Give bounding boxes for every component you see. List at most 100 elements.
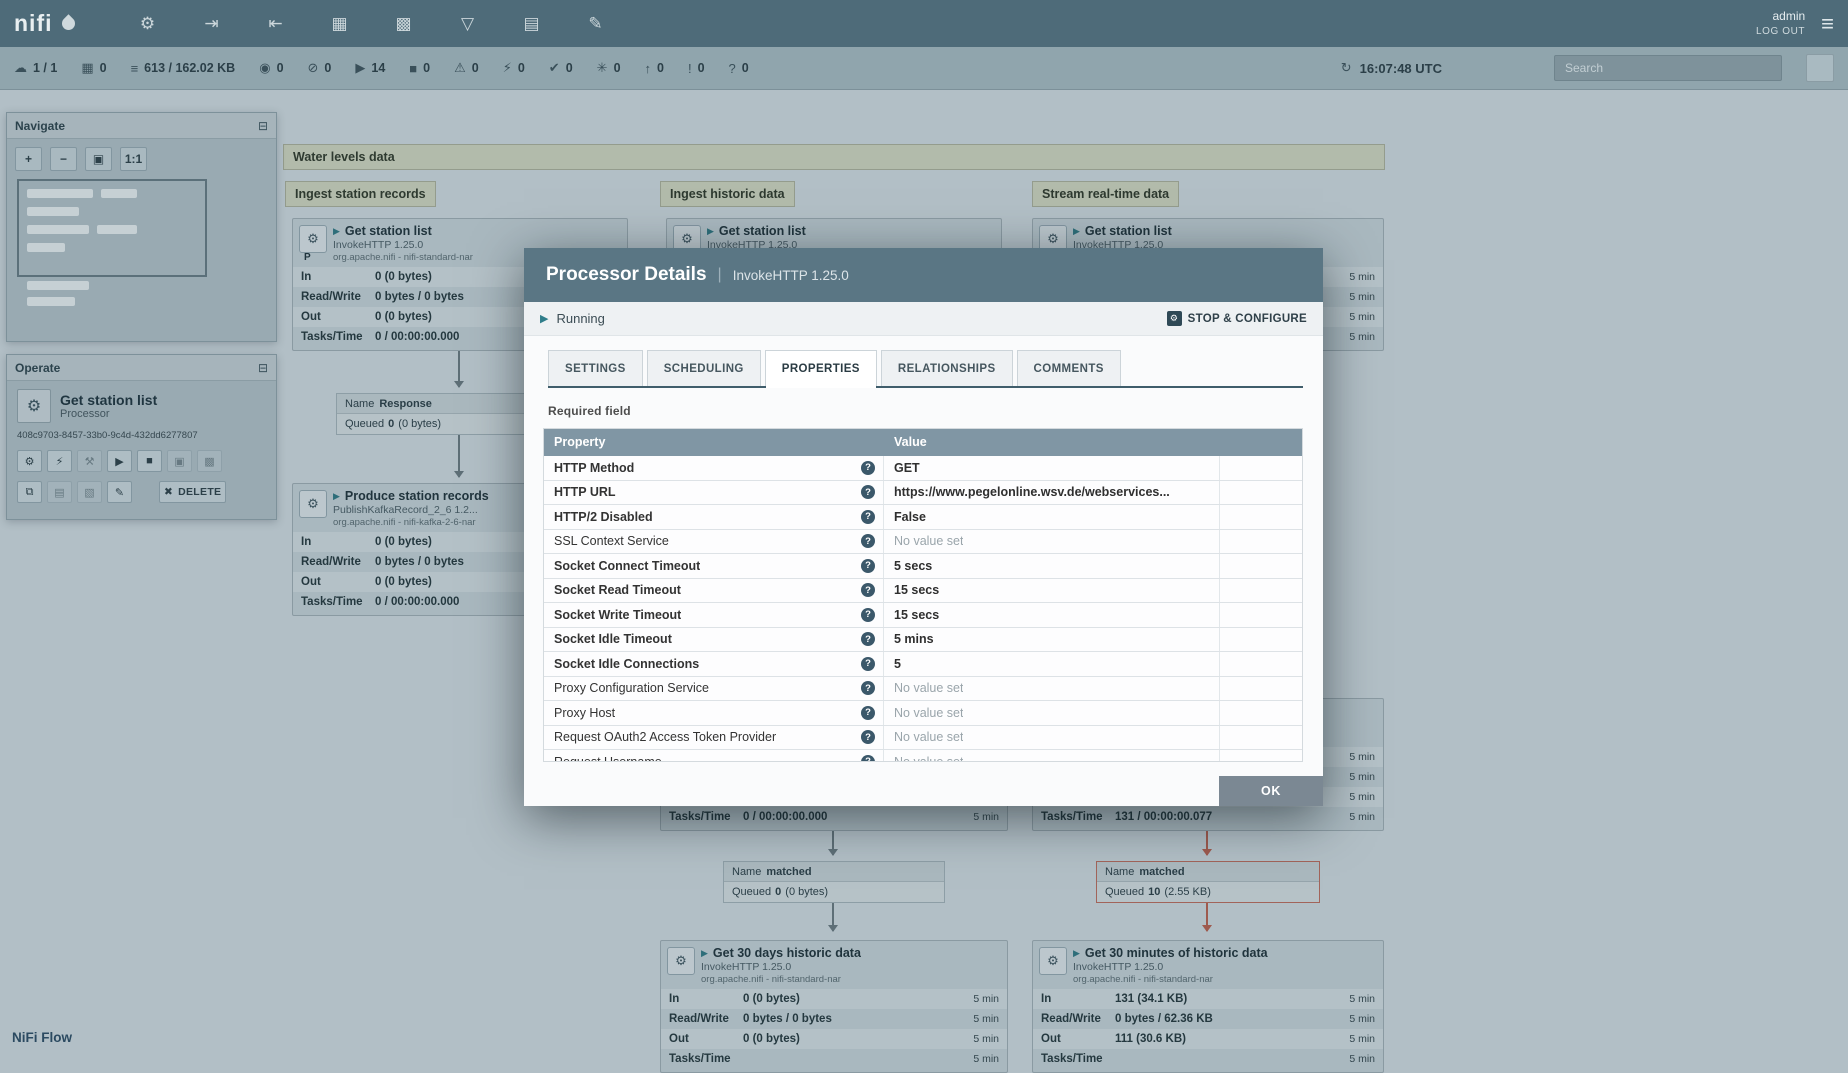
stat-period: 5 min — [1349, 751, 1375, 763]
running-status-icon: ▶ — [1073, 947, 1080, 958]
help-icon[interactable]: ? — [861, 705, 875, 720]
user-block: admin LOG OUT — [1756, 9, 1805, 38]
search-input[interactable] — [1554, 55, 1782, 81]
paste-button[interactable]: ▤ — [47, 481, 72, 503]
zoom-out-button[interactable]: − — [50, 147, 77, 171]
property-row[interactable]: Socket Read Timeout ? 15 secs — [544, 578, 1302, 603]
tab-comments[interactable]: COMMENTS — [1016, 350, 1121, 386]
process-group-tool[interactable]: ▦ — [325, 10, 355, 38]
remote-process-group-tool[interactable]: ▩ — [389, 10, 419, 38]
property-row[interactable]: Socket Idle Timeout ? 5 mins — [544, 627, 1302, 652]
input-port-tool[interactable]: ⇥ — [197, 10, 227, 38]
logout-link[interactable]: LOG OUT — [1756, 25, 1805, 38]
tab-relationships[interactable]: RELATIONSHIPS — [880, 350, 1013, 386]
help-icon[interactable]: ? — [861, 754, 875, 761]
configure-button[interactable]: ⚙ — [17, 450, 42, 472]
nav-button-glyph: 1:1 — [124, 152, 143, 166]
help-icon[interactable]: ? — [861, 632, 875, 647]
delete-button[interactable]: ✖ DELETE — [159, 481, 227, 503]
minimap-bar — [27, 225, 89, 234]
help-icon[interactable]: ? — [861, 656, 875, 671]
global-menu-button[interactable]: ≡ — [1821, 12, 1834, 35]
stop-button[interactable]: ■ — [137, 450, 162, 472]
stat-period: 5 min — [1349, 1053, 1375, 1065]
ungroup-button[interactable]: ▩ — [197, 450, 222, 472]
status-count: 0 — [324, 61, 332, 75]
help-icon[interactable]: ? — [861, 730, 875, 745]
stat-label: In — [1041, 993, 1052, 1005]
help-icon[interactable]: ? — [861, 534, 875, 549]
funnel-tool[interactable]: ▽ — [453, 10, 483, 38]
queued-size: (2.55 KB) — [1164, 886, 1211, 898]
help-icon[interactable]: ? — [861, 509, 875, 524]
property-row[interactable]: Socket Idle Connections ? 5 — [544, 652, 1302, 677]
processor-card[interactable]: ⚙ ▶ Get 30 days historic data InvokeHTTP… — [660, 940, 1008, 1073]
tab-settings[interactable]: SETTINGS — [548, 350, 643, 386]
help-icon[interactable]: ? — [861, 583, 875, 598]
property-row[interactable]: HTTP URL ? https://www.pegelonline.wsv.d… — [544, 480, 1302, 505]
property-row[interactable]: SSL Context Service ? No value set — [544, 529, 1302, 554]
enable-button[interactable]: ⚡ — [47, 450, 72, 472]
help-icon[interactable]: ? — [861, 681, 875, 696]
collapse-icon[interactable]: ⊟ — [258, 361, 268, 375]
tab-scheduling[interactable]: SCHEDULING — [646, 350, 761, 386]
copy-button[interactable]: ⧉ — [17, 481, 42, 503]
nifi-logo-drop-icon — [58, 14, 78, 33]
ok-button[interactable]: OK — [1219, 776, 1323, 806]
property-row[interactable]: Proxy Host ? No value set — [544, 701, 1302, 726]
brush-button[interactable]: ✎ — [107, 481, 132, 503]
zoom-fit-button[interactable]: ▣ — [85, 147, 112, 171]
start-button[interactable]: ▶ — [107, 450, 132, 472]
canvas-label[interactable]: Stream real-time data — [1032, 181, 1180, 207]
stat-period: 5 min — [973, 811, 999, 823]
empty-cell — [1220, 505, 1302, 529]
canvas-label[interactable]: Ingest station records — [285, 181, 436, 207]
processor-tool[interactable]: ⚙ — [133, 10, 163, 38]
property-row[interactable]: Socket Connect Timeout ? 5 secs — [544, 554, 1302, 579]
property-row[interactable]: Socket Write Timeout ? 15 secs — [544, 603, 1302, 628]
nifi-logo: nifi — [14, 10, 78, 37]
property-row[interactable]: Proxy Configuration Service ? No value s… — [544, 676, 1302, 701]
status-panel-button[interactable] — [1806, 54, 1834, 82]
threads-icon: ▦ — [81, 60, 94, 75]
stop-and-configure-button[interactable]: ⚙ STOP & CONFIGURE — [1166, 311, 1307, 326]
group-button[interactable]: ▣ — [167, 450, 192, 472]
connection-label[interactable]: Name matched Queued 10 (2.55 KB) — [1096, 861, 1320, 903]
minimap[interactable] — [15, 177, 268, 333]
status-sync-failure: ? 0 — [729, 61, 749, 76]
help-icon[interactable]: ? — [861, 558, 875, 573]
label-tool[interactable]: ✎ — [581, 10, 611, 38]
status-locally-modified-stale: ! 0 — [688, 61, 705, 76]
canvas-label[interactable]: Ingest historic data — [660, 181, 795, 207]
queued-size: (0 bytes) — [398, 418, 442, 430]
value-cell: No value set — [884, 725, 1220, 749]
property-row[interactable]: Request Username ? No value set — [544, 750, 1302, 761]
value-cell: 15 secs — [884, 603, 1220, 627]
refresh-icon[interactable]: ↻ — [1341, 60, 1352, 76]
zoom-actual-button[interactable]: 1:1 — [120, 147, 147, 171]
stat-label: In — [301, 271, 312, 283]
property-row[interactable]: HTTP Method ? GET — [544, 456, 1302, 481]
property-row[interactable]: Request OAuth2 Access Token Provider ? N… — [544, 725, 1302, 750]
canvas-label[interactable]: Water levels data — [283, 144, 1385, 170]
stat-label: Out — [301, 311, 321, 323]
fill-color-button[interactable]: ▧ — [77, 481, 102, 503]
status-active-threads: ▦ 0 — [81, 60, 106, 76]
help-icon[interactable]: ? — [861, 607, 875, 622]
output-port-tool[interactable]: ⇤ — [261, 10, 291, 38]
stat-period: 5 min — [973, 1013, 999, 1025]
connection-line — [454, 435, 464, 478]
connection-queue: Queued 0 (0 bytes) — [724, 881, 944, 902]
help-icon[interactable]: ? — [861, 485, 875, 500]
processor-card[interactable]: ⚙ ▶ Get 30 minutes of historic data Invo… — [1032, 940, 1384, 1073]
tab-properties[interactable]: PROPERTIES — [764, 350, 877, 388]
help-icon[interactable]: ? — [861, 460, 875, 475]
processor-name: Get station list — [718, 224, 806, 238]
connection-label[interactable]: Name matched Queued 0 (0 bytes) — [723, 861, 945, 903]
change-version-button[interactable]: ⚒ — [77, 450, 102, 472]
breadcrumb[interactable]: NiFi Flow — [12, 1030, 72, 1045]
zoom-in-button[interactable]: + — [15, 147, 42, 171]
collapse-icon[interactable]: ⊟ — [258, 119, 268, 133]
template-tool[interactable]: ▤ — [517, 10, 547, 38]
property-row[interactable]: HTTP/2 Disabled ? False — [544, 505, 1302, 530]
